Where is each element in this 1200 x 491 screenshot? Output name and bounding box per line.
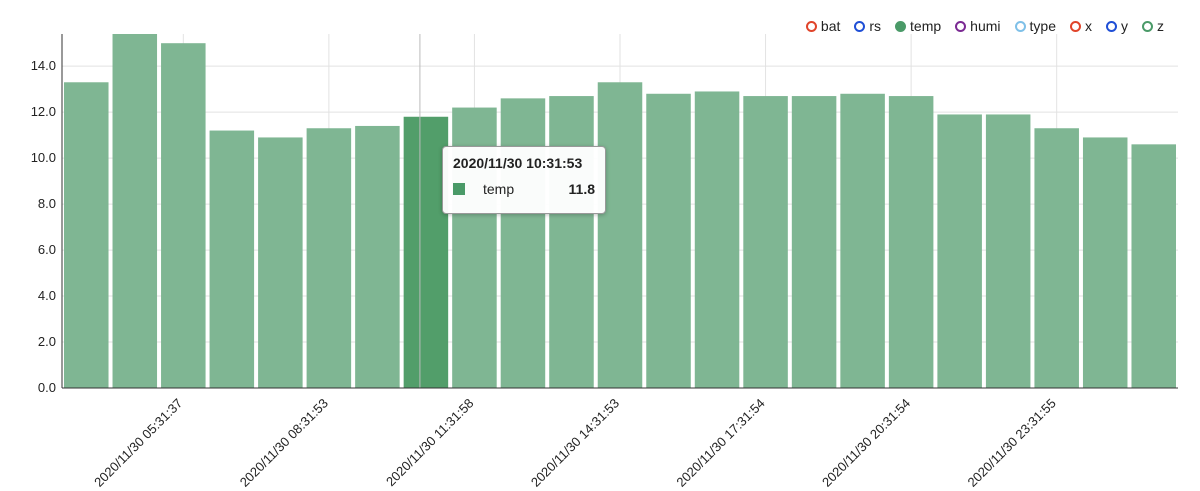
y-tick-label: 8.0 bbox=[38, 196, 56, 211]
legend-item-x[interactable]: x bbox=[1070, 18, 1092, 34]
legend-item-z[interactable]: z bbox=[1142, 18, 1164, 34]
legend-label: y bbox=[1121, 18, 1128, 34]
tooltip: 2020/11/30 10:31:53 temp 11.8 bbox=[442, 146, 606, 214]
bar[interactable] bbox=[937, 114, 982, 389]
x-tick-label: 2020/11/30 23:31:55 bbox=[965, 396, 1059, 490]
legend-marker-icon bbox=[805, 20, 817, 32]
bar[interactable] bbox=[840, 93, 885, 388]
y-tick-label: 14.0 bbox=[31, 58, 56, 73]
tooltip-value: 11.8 bbox=[568, 181, 595, 197]
x-tick-label: 2020/11/30 08:31:53 bbox=[237, 396, 331, 490]
legend-item-rs[interactable]: rs bbox=[854, 18, 881, 34]
legend-label: x bbox=[1085, 18, 1092, 34]
bar-chart: 0.0 2.0 4.0 6.0 8.0 10.0 12.0 14.0 2020/11/30 05… bbox=[31, 34, 1178, 490]
bar[interactable] bbox=[694, 91, 740, 388]
y-tick-label: 4.0 bbox=[38, 288, 56, 303]
y-tick-label: 2.0 bbox=[38, 334, 56, 349]
legend-item-humi[interactable]: humi bbox=[955, 18, 1001, 34]
y-tick-label: 6.0 bbox=[38, 242, 56, 257]
legend-label: bat bbox=[820, 18, 841, 34]
legend-marker-icon bbox=[1142, 20, 1153, 32]
legend-label: rs bbox=[869, 18, 882, 34]
bar[interactable] bbox=[646, 93, 691, 388]
bar[interactable] bbox=[64, 82, 109, 388]
bar[interactable] bbox=[161, 43, 206, 389]
bar[interactable] bbox=[306, 128, 352, 388]
bar[interactable] bbox=[791, 96, 837, 388]
bar[interactable] bbox=[500, 98, 546, 388]
bar[interactable] bbox=[597, 82, 643, 388]
bar[interactable] bbox=[888, 96, 934, 388]
legend-item-temp[interactable]: temp bbox=[895, 18, 941, 34]
legend-marker-icon bbox=[1014, 20, 1026, 32]
bar[interactable] bbox=[355, 125, 400, 388]
tooltip-row: temp 11.8 bbox=[453, 181, 595, 197]
legend: bat rs temp humi type x y z bbox=[805, 18, 1164, 34]
legend-label: z bbox=[1157, 18, 1164, 34]
legend-marker-icon bbox=[854, 20, 866, 32]
tooltip-swatch bbox=[453, 183, 465, 195]
y-tick-label: 0.0 bbox=[38, 380, 56, 395]
bar[interactable] bbox=[258, 137, 303, 388]
legend-label: type bbox=[1029, 18, 1056, 34]
x-tick-label: 2020/11/30 14:31:53 bbox=[528, 396, 622, 490]
bar[interactable] bbox=[743, 96, 788, 388]
tooltip-title: 2020/11/30 10:31:53 bbox=[453, 155, 583, 171]
bar[interactable] bbox=[1034, 128, 1079, 388]
legend-marker-icon bbox=[1070, 20, 1081, 32]
bar[interactable] bbox=[1131, 144, 1176, 388]
legend-item-bat[interactable]: bat bbox=[805, 18, 841, 34]
bar[interactable] bbox=[985, 114, 1031, 389]
bar[interactable] bbox=[549, 96, 594, 388]
legend-marker-icon bbox=[1106, 20, 1117, 32]
legend-marker-icon bbox=[955, 20, 967, 32]
x-tick-label: 2020/11/30 20:31:54 bbox=[819, 396, 913, 490]
x-tick-label: 2020/11/30 17:31:54 bbox=[673, 396, 767, 490]
legend-label: humi bbox=[970, 18, 1001, 34]
legend-item-y[interactable]: y bbox=[1106, 18, 1128, 34]
x-tick-label: 2020/11/30 05:31:37 bbox=[91, 396, 185, 490]
bar[interactable] bbox=[209, 130, 255, 388]
x-tick-label: 2020/11/30 11:31:58 bbox=[383, 396, 477, 490]
legend-label: temp bbox=[910, 18, 942, 34]
legend-marker-icon bbox=[895, 20, 907, 32]
tooltip-series-label: temp bbox=[483, 181, 515, 197]
legend-item-type[interactable]: type bbox=[1014, 18, 1056, 34]
y-tick-label: 10.0 bbox=[31, 150, 56, 165]
bar[interactable] bbox=[1082, 137, 1128, 388]
bar[interactable] bbox=[112, 34, 158, 388]
y-tick-label: 12.0 bbox=[31, 104, 56, 119]
